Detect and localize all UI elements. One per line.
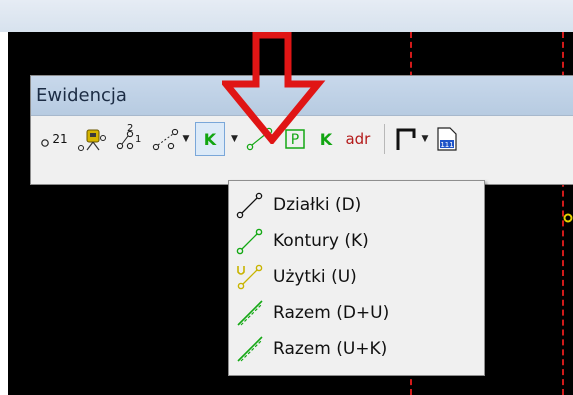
menu-item-razem-uk[interactable]: Razem (U+K)	[229, 331, 484, 367]
menu-item-label: Kontury (K)	[273, 231, 369, 251]
contour-dropdown-menu: Działki (D) Kontury (K) Użytki (U) Razem…	[228, 180, 485, 376]
pair-numbering-bottom: 1	[135, 134, 142, 145]
chevron-down-icon[interactable]: ▼	[421, 134, 428, 144]
contour-line-icon	[236, 228, 263, 255]
point-number-21-icon	[41, 139, 50, 147]
polyline-icon	[396, 128, 416, 150]
combined-uk-icon	[237, 336, 263, 362]
menu-item-label: Razem (D+U)	[273, 303, 390, 323]
contour-k-button[interactable]: K	[195, 122, 225, 156]
line-points-button[interactable]: ▼	[149, 122, 191, 156]
parcel-line-icon	[236, 192, 263, 219]
surveyor-points-icon	[78, 129, 106, 151]
adr-icon: adr	[345, 130, 371, 148]
menu-item-label: Działki (D)	[273, 195, 362, 215]
menu-item-razem-du[interactable]: Razem (D+U)	[229, 295, 484, 331]
numbering-button-label: 21	[52, 132, 68, 146]
surveyor-button[interactable]	[75, 122, 109, 156]
land-use-icon	[237, 264, 263, 290]
menu-item-uzytki[interactable]: Użytki (U)	[229, 259, 484, 295]
toolbar-window-title: Ewidencja	[36, 85, 127, 106]
menu-item-dzialki[interactable]: Działki (D)	[229, 187, 484, 223]
menu-item-label: Razem (U+K)	[273, 339, 388, 359]
menu-item-kontury[interactable]: Kontury (K)	[229, 223, 484, 259]
annotation-arrow-down-icon	[222, 32, 326, 144]
chevron-down-icon[interactable]: ▼	[183, 134, 190, 144]
combined-du-icon	[237, 300, 263, 326]
point-marker-icon	[563, 213, 573, 223]
line-points-icon	[152, 128, 178, 151]
document-icon: 111	[437, 127, 457, 151]
contour-k-icon: K	[203, 129, 217, 149]
document-button[interactable]: 111	[435, 122, 459, 156]
point-pair-numbering-button[interactable]: 2 1	[113, 122, 145, 156]
document-number: 111	[440, 141, 453, 149]
menu-item-label: Użytki (U)	[273, 267, 357, 287]
adr-button[interactable]: adr	[342, 122, 374, 156]
polyline-button[interactable]: ▼	[391, 122, 431, 156]
numbering-button[interactable]: 21	[37, 122, 71, 156]
toolbar-separator	[383, 124, 385, 154]
top-strip	[0, 0, 573, 32]
pair-numbering-top: 2	[127, 123, 134, 134]
